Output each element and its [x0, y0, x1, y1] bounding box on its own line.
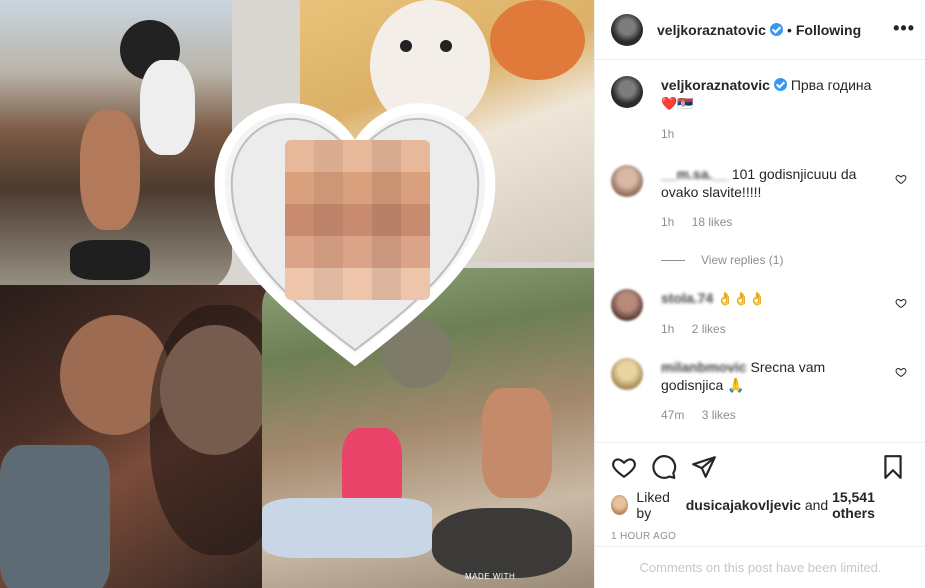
post-media[interactable]: MADE WITH: [0, 0, 594, 588]
post-timestamp[interactable]: 1 HOUR AGO: [611, 531, 910, 542]
caption-meta: 1h: [661, 125, 881, 143]
comment-time[interactable]: 47m: [661, 408, 684, 422]
comment-avatar[interactable]: [611, 289, 643, 321]
replies-divider: [661, 259, 685, 261]
comment-meta: 1h 2 likes: [661, 320, 881, 338]
action-bar: Liked by dusicajakovljevic and 15,541 ot…: [595, 442, 925, 542]
post-sidebar: veljkoraznatovic • Following ••• veljkor…: [594, 0, 925, 588]
heart-icon[interactable]: [895, 173, 907, 185]
caption: veljkoraznatovic Прва година ❤️🇷🇸 1h: [611, 76, 909, 143]
view-replies-button[interactable]: View replies (1): [661, 253, 909, 267]
comment-likes[interactable]: 3 likes: [702, 408, 736, 422]
comment-username[interactable]: stola.74: [661, 290, 713, 306]
comments-limited-notice: Comments on this post have been limited.: [595, 546, 925, 588]
following-button[interactable]: Following: [796, 22, 861, 38]
comment-icon[interactable]: [651, 454, 677, 480]
share-icon[interactable]: [691, 454, 717, 480]
liked-by-user[interactable]: dusicajakovljevic: [686, 497, 801, 513]
bookmark-icon[interactable]: [880, 454, 906, 480]
heart-icon[interactable]: [895, 366, 907, 378]
liked-by: Liked by dusicajakovljevic and 15,541 ot…: [611, 489, 910, 521]
author-username[interactable]: veljkoraznatovic: [657, 22, 766, 38]
collage-photo-top-left: [0, 0, 232, 292]
separator-dot: •: [786, 21, 792, 38]
comment-avatar[interactable]: [611, 358, 643, 390]
comment-item: milanbmovic Srecna vam godisnjica 🙏 47m …: [611, 358, 909, 424]
view-replies-label: View replies (1): [701, 253, 784, 267]
post-dialog: MADE WITH veljkoraznatovic • Following •…: [0, 0, 925, 588]
comment-meta: 47m 3 likes: [661, 406, 881, 424]
caption-avatar[interactable]: [611, 76, 643, 108]
comment-username[interactable]: milanbmovic: [661, 359, 747, 375]
caption-emoji: ❤️🇷🇸: [661, 96, 694, 111]
comment-username[interactable]: __m.sa.__: [661, 166, 728, 182]
comment-likes[interactable]: 18 likes: [692, 215, 733, 229]
comments-list[interactable]: veljkoraznatovic Прва година ❤️🇷🇸 1h __m…: [595, 60, 925, 442]
heart-icon[interactable]: [611, 454, 637, 480]
more-options-icon[interactable]: •••: [893, 18, 915, 39]
liked-by-prefix: Liked by: [636, 489, 670, 521]
verified-badge-icon: [769, 23, 783, 36]
action-icons: [611, 453, 910, 481]
comment-item: __m.sa.__ 101 godisnjicuuu da ovako slav…: [611, 165, 909, 231]
caption-time[interactable]: 1h: [661, 127, 674, 141]
liked-by-and: and: [804, 497, 829, 513]
author-avatar[interactable]: [611, 13, 643, 46]
comment-time[interactable]: 1h: [661, 322, 674, 336]
pixelated-face: [285, 140, 430, 300]
comment-item: stola.74 👌👌👌 1h 2 likes: [611, 289, 909, 338]
comment-time[interactable]: 1h: [661, 215, 674, 229]
comment-meta: 1h 18 likes: [661, 213, 881, 231]
caption-text: Прва година: [790, 77, 872, 93]
media-watermark: MADE WITH: [465, 572, 516, 581]
verified-badge-icon: [773, 78, 787, 91]
liker-avatar[interactable]: [611, 495, 629, 515]
comment-text: 👌👌👌: [717, 291, 766, 306]
post-header: veljkoraznatovic • Following •••: [595, 0, 925, 60]
comment-likes[interactable]: 2 likes: [692, 322, 726, 336]
liked-by-others[interactable]: 15,541 others: [832, 489, 910, 521]
caption-username[interactable]: veljkoraznatovic: [661, 77, 770, 93]
heart-icon[interactable]: [895, 297, 907, 309]
comment-avatar[interactable]: [611, 165, 643, 197]
